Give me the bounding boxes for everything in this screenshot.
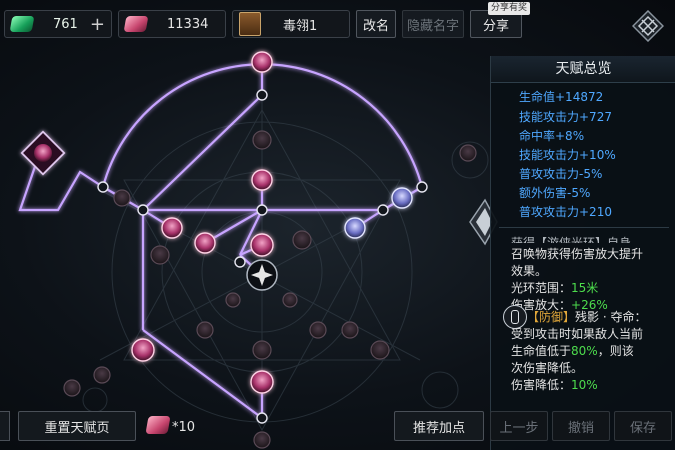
talent-node (344, 217, 366, 239)
talent-page-selector[interactable]: 毒翎1 (232, 10, 350, 38)
red-gem-icon (145, 416, 171, 434)
rename-button[interactable]: 改名 (356, 10, 396, 38)
talent-node (225, 292, 241, 308)
share-reward-badge: 分享有奖 (488, 2, 531, 15)
talent-node (196, 321, 214, 339)
defense-tag: 【防御】 (527, 310, 576, 324)
talent-page-name: 毒翎1 (283, 18, 318, 34)
stat-line: 生命值+14872 (519, 90, 604, 104)
defense-reduce-value: 10% (571, 378, 598, 392)
talent-node (250, 233, 274, 257)
talent-node (131, 338, 155, 362)
defense-text: 生命值低于 (511, 344, 572, 358)
talent-node (194, 232, 216, 254)
red-gem-currency: 11334 (118, 10, 226, 38)
talent-node (341, 321, 359, 339)
defense-reduce-row: 伤害降低：10% (511, 376, 598, 393)
defense-threshold: 80% (571, 344, 598, 358)
aura-desc-line: 召唤物获得伤害放大提升 (511, 247, 644, 261)
green-gem-currency: 761 + (4, 10, 112, 38)
aura-range-value: 15米 (571, 281, 599, 295)
talent-node (150, 245, 170, 265)
stat-line: 普攻攻击力-5% (519, 167, 603, 181)
talent-node (113, 189, 131, 207)
divider (499, 227, 669, 228)
active-nodes[interactable] (131, 51, 274, 394)
red-gem-amount: 11334 (167, 16, 209, 32)
close-talent-emblem[interactable] (631, 9, 665, 43)
aura-desc-line: 效果。 (511, 264, 548, 278)
talent-node (250, 370, 274, 394)
reset-cost: *10 (172, 420, 196, 435)
talent-node (252, 130, 272, 150)
undo-button[interactable]: 撤销 (552, 411, 610, 441)
share-label: 分享 (482, 18, 509, 34)
add-currency-button[interactable]: + (90, 14, 105, 35)
panel-title: 天赋总览 (491, 56, 675, 83)
talent-node (161, 217, 183, 239)
recommend-points-button[interactable]: 推荐加点 (394, 411, 484, 441)
aura-range-row: 光环范围：15米 (511, 279, 598, 296)
talent-node (251, 51, 273, 73)
talent-node (309, 321, 327, 339)
talent-node (253, 431, 271, 449)
talent-node (459, 144, 477, 162)
stat-line: 技能攻击力+10% (519, 148, 616, 162)
stat-line: 技能攻击力+727 (519, 110, 612, 124)
prev-step-button[interactable]: 上一步 (490, 411, 548, 441)
stat-line: 额外伤害-5% (519, 186, 591, 200)
stat-line: 普攻攻击力+210 (519, 205, 612, 219)
talent-node (292, 230, 312, 250)
stat-line: 命中率+8% (519, 129, 585, 143)
red-gem-icon (123, 16, 149, 32)
hide-name-button[interactable]: 隐藏名字 (402, 10, 464, 38)
green-gem-icon (9, 16, 35, 32)
talent-node (252, 340, 272, 360)
reset-talent-page-button[interactable]: 重置天赋页 (18, 411, 136, 441)
talent-node (370, 340, 390, 360)
defense-text: ，则该 (597, 344, 634, 358)
defense-title-row: 【防御】残影 · 夺命： (527, 308, 646, 325)
green-gem-amount: 761 (53, 16, 78, 32)
defense-desc-line2: 生命值低于80%，则该 (511, 342, 634, 359)
book-icon (239, 12, 261, 36)
defense-desc-line: 次伤害降低。 (511, 361, 584, 375)
talent-links (18, 62, 424, 419)
defense-desc-line: 受到攻击时如果敌人当前 (511, 327, 644, 341)
defense-name: 残影 · 夺命： (575, 310, 647, 324)
talent-summary-panel: 天赋总览 生命值+14872 技能攻击力+727 命中率+8% 技能攻击力+10… (490, 56, 675, 450)
talent-node (93, 366, 111, 384)
emblem-icon (631, 9, 665, 43)
aura-partial-line: 获得【游侠光环】自身 (511, 236, 632, 243)
talent-node (251, 169, 273, 191)
defense-reduce-label: 伤害降低： (511, 378, 572, 392)
aura-range-label: 光环范围： (511, 281, 572, 295)
save-button[interactable]: 保存 (614, 411, 672, 441)
talent-node (391, 187, 413, 209)
talent-node (282, 292, 298, 308)
selected-talent-node[interactable] (246, 259, 278, 291)
left-edge-button[interactable] (0, 411, 10, 441)
ultimate-talent-node[interactable] (20, 130, 66, 176)
talent-node (63, 379, 81, 397)
